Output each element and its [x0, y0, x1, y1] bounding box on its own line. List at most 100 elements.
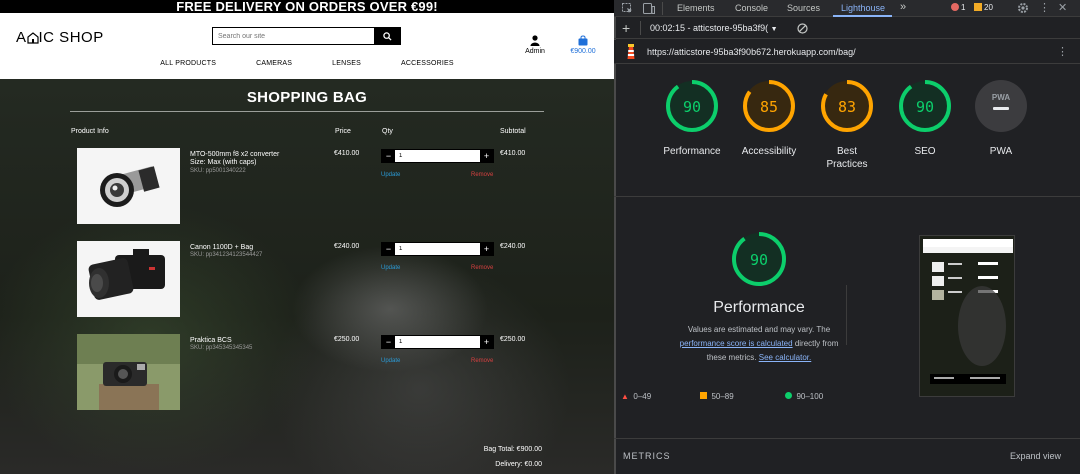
quantity-input[interactable]	[395, 243, 480, 255]
tab-console[interactable]: Console	[735, 3, 768, 13]
gauge-pwa[interactable]: PWA PWA	[961, 78, 1041, 158]
performance-gauge: 90	[732, 232, 786, 286]
inspect-icon[interactable]	[622, 3, 633, 14]
more-tabs-icon[interactable]: »	[900, 1, 906, 13]
tab-lighthouse[interactable]: Lighthouse	[841, 3, 885, 13]
nav-all-products[interactable]: ALL PRODUCTS	[140, 60, 236, 67]
product-subtotal: €250.00	[500, 336, 526, 343]
search-icon	[382, 31, 392, 41]
legend-average: 50–89	[700, 392, 734, 401]
devtools-tabbar: Elements Console Sources Lighthouse » 1 …	[614, 0, 1080, 17]
report-menu-icon[interactable]: ⋮	[1057, 45, 1068, 58]
search-input[interactable]	[213, 28, 374, 44]
product-price: €410.00	[334, 150, 360, 157]
column-subtotal: Subtotal	[500, 128, 526, 135]
decrement-button[interactable]: −	[382, 150, 395, 162]
summary-divider	[846, 285, 847, 345]
product-image	[77, 334, 180, 410]
logo[interactable]: A IC SHOP	[16, 29, 104, 48]
product-sku: SKU: pp345345345345	[190, 345, 253, 351]
account-button[interactable]: Admin	[520, 35, 550, 55]
settings-gear-icon[interactable]	[1017, 2, 1029, 14]
gauge-label: PWA	[989, 146, 1013, 157]
gauge-label: Accessibility	[741, 146, 797, 157]
pwa-badge-text: PWA	[992, 93, 1010, 102]
toolbar-divider	[640, 21, 641, 35]
decrement-button[interactable]: −	[382, 243, 395, 255]
nav-lenses[interactable]: LENSES	[312, 60, 381, 67]
gauge-accessibility[interactable]: 85 Accessibility	[729, 78, 809, 158]
increment-button[interactable]: +	[480, 150, 493, 162]
quantity-input[interactable]	[395, 336, 480, 348]
square-icon	[700, 392, 707, 399]
tab-elements[interactable]: Elements	[677, 3, 715, 13]
performance-title: Performance	[713, 299, 805, 316]
clear-icon[interactable]	[797, 23, 808, 34]
account-label: Admin	[525, 48, 545, 55]
product-image	[77, 148, 180, 224]
gauge-ring: 83	[821, 80, 873, 132]
gauge-ring: 85	[743, 80, 795, 132]
gauge-seo[interactable]: 90 SEO	[885, 78, 965, 158]
update-link[interactable]: Update	[381, 265, 400, 271]
increment-button[interactable]: +	[480, 243, 493, 255]
remove-link[interactable]: Remove	[471, 265, 493, 271]
lighthouse-toolbar: + 00:02:15 - atticstore-95ba3f9( ▼	[614, 18, 1080, 39]
product-subtotal: €240.00	[500, 243, 526, 250]
search-bar	[212, 27, 401, 45]
search-button[interactable]	[374, 28, 400, 44]
score-calculated-link[interactable]: performance score is calculated	[680, 339, 793, 348]
report-url[interactable]: https://atticstore-95ba3f90b672.herokuap…	[647, 47, 856, 57]
error-icon	[951, 3, 959, 11]
gauge-score: 90	[916, 98, 934, 116]
logo-text: IC SHOP	[38, 29, 104, 46]
gauge-score: 90	[683, 98, 701, 116]
gauge-ring: 90	[666, 80, 718, 132]
page-title: SHOPPING BAG	[246, 89, 368, 106]
gauge-performance[interactable]: 90 Performance	[652, 78, 732, 158]
error-badge[interactable]: 1	[951, 3, 965, 12]
final-screenshot-thumbnail[interactable]	[919, 235, 1015, 397]
remove-link[interactable]: Remove	[471, 172, 493, 178]
increment-button[interactable]: +	[480, 336, 493, 348]
performance-description: Values are estimated and may vary. The p…	[654, 323, 864, 365]
user-icon	[530, 35, 540, 46]
shop-header: A IC SHOP Admin €900.00 ALL PRODUCTS CAME…	[0, 13, 614, 79]
nav-accessories[interactable]: ACCESSORIES	[381, 60, 474, 67]
remove-link[interactable]: Remove	[471, 358, 493, 364]
section-divider	[614, 196, 1080, 197]
calculator-link[interactable]: See calculator.	[759, 353, 811, 362]
circle-icon	[785, 392, 792, 399]
gauge-best-practices[interactable]: 83 Best Practices	[807, 78, 887, 171]
logo-letter-a: A	[16, 29, 27, 46]
decrement-button[interactable]: −	[382, 336, 395, 348]
nav-cameras[interactable]: CAMERAS	[236, 60, 312, 67]
legend-fail-range: 0–49	[633, 392, 652, 401]
gauge-label: Performance	[663, 146, 721, 157]
cart-button[interactable]: €900.00	[563, 35, 603, 55]
report-selector[interactable]: 00:02:15 - atticstore-95ba3f9( ▼	[650, 23, 778, 33]
new-report-icon[interactable]: +	[622, 20, 630, 36]
gauge-score: 85	[760, 98, 778, 116]
warning-badge[interactable]: 20	[974, 3, 993, 12]
kebab-menu-icon[interactable]: ⋮	[1039, 1, 1050, 14]
device-toggle-icon[interactable]	[643, 3, 655, 14]
quantity-stepper: − +	[381, 335, 494, 349]
quantity-input[interactable]	[395, 150, 480, 162]
shop-page: FREE DELIVERY ON ORDERS OVER €99! A IC SH…	[0, 0, 614, 474]
update-link[interactable]: Update	[381, 358, 400, 364]
bag-item-row: Canon 1100D + Bag SKU: pp341234123544427…	[0, 241, 614, 327]
tab-sources[interactable]: Sources	[787, 3, 820, 13]
desc-text: Values are estimated and may vary. The	[687, 325, 831, 334]
product-subtotal: €410.00	[500, 150, 526, 157]
performance-summary: 90 Performance Values are estimated and …	[654, 230, 864, 365]
triangle-icon: ▲	[621, 392, 629, 401]
metrics-heading: METRICS	[623, 451, 671, 461]
close-icon[interactable]: ✕	[1058, 1, 1067, 14]
expand-view-toggle[interactable]: Expand view	[1010, 451, 1061, 461]
shopping-bag-section: SHOPPING BAG Product Info Price Qty Subt…	[0, 79, 614, 474]
main-nav: ALL PRODUCTS CAMERAS LENSES ACCESSORIES	[0, 60, 614, 67]
update-link[interactable]: Update	[381, 172, 400, 178]
gauge-score: 83	[838, 98, 856, 116]
performance-score: 90	[750, 251, 768, 269]
